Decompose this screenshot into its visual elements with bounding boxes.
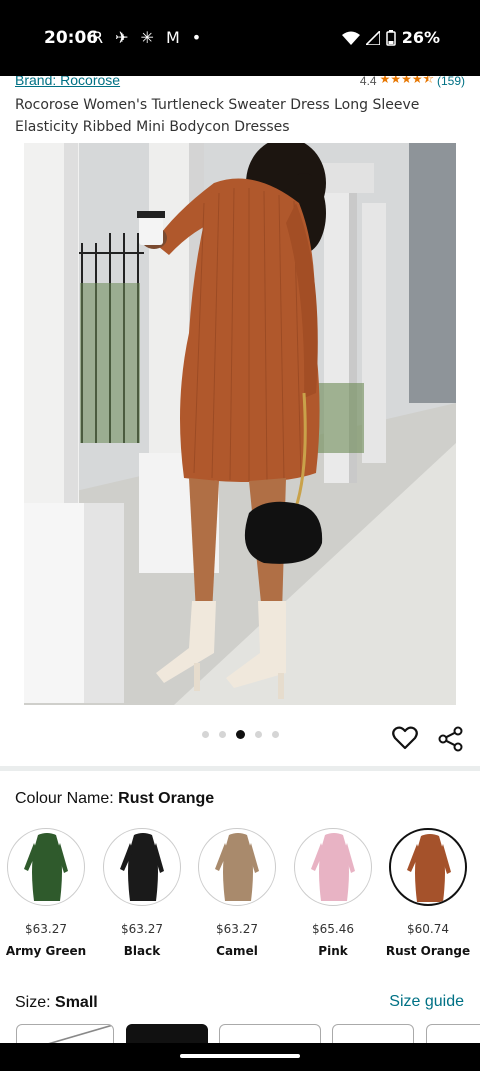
swatch-thumbnail <box>7 828 85 906</box>
brand-link[interactable]: Brand: Rocorose <box>15 76 120 88</box>
notification-icon: • <box>191 28 202 47</box>
navigation-bar <box>0 1043 480 1071</box>
swatch-army-green[interactable]: $63.27 Army Green <box>0 828 94 958</box>
dress-thumbnail-icon <box>104 829 180 905</box>
gallery-dot[interactable] <box>271 731 279 738</box>
rating[interactable]: 4.4 ★★★★⯪ (159) <box>360 76 465 91</box>
size-option[interactable] <box>219 1024 321 1043</box>
brand-row: Brand: Rocorose 4.4 ★★★★⯪ (159) <box>15 76 465 94</box>
colour-name-label: Colour Name: <box>15 790 114 807</box>
swatch-price: $63.27 <box>216 922 258 936</box>
size-guide-link[interactable]: Size guide <box>389 993 464 1011</box>
colour-name-heading: Colour Name: Rust Orange <box>15 790 214 808</box>
share-icon[interactable] <box>438 726 464 752</box>
battery-percent: 26% <box>401 28 440 47</box>
swatch-pink[interactable]: $65.46 Pink <box>285 828 381 958</box>
heart-icon[interactable] <box>392 726 418 750</box>
section-divider <box>0 766 480 771</box>
product-page: Brand: Rocorose 4.4 ★★★★⯪ (159) Rocorose… <box>0 76 480 1043</box>
size-value: Small <box>55 994 98 1011</box>
dress-thumbnail-icon <box>391 830 465 904</box>
swatch-black[interactable]: $63.27 Black <box>94 828 190 958</box>
battery-icon <box>385 29 396 46</box>
product-photo <box>24 143 456 705</box>
swatch-price: $65.46 <box>312 922 354 936</box>
swatch-name: Pink <box>318 944 348 958</box>
product-title: Rocorose Women's Turtleneck Sweater Dres… <box>15 97 420 135</box>
swatch-name: Black <box>123 944 161 958</box>
star-rating-icon: ★★★★⯪ <box>379 76 434 86</box>
gallery-dot-active[interactable] <box>235 730 245 739</box>
rating-value: 4.4 <box>359 76 377 88</box>
gallery-dot[interactable] <box>201 731 209 738</box>
size-options <box>0 1024 480 1043</box>
gallery-dot[interactable] <box>254 731 262 738</box>
colour-swatches: $63.27 Army Green $63.27 Black $63.27 Ca… <box>0 828 480 968</box>
size-heading: Size: Small <box>15 994 98 1012</box>
gallery-dot[interactable] <box>218 731 226 738</box>
swatch-thumbnail <box>198 828 276 906</box>
notification-icon: R <box>92 28 104 47</box>
signal-icon <box>365 30 380 45</box>
swatch-name: Rust Orange <box>385 944 471 958</box>
size-option-selected[interactable] <box>126 1024 208 1043</box>
swatch-price: $60.74 <box>407 922 449 936</box>
notification-icon: ✈ <box>115 28 129 47</box>
notification-icons: R ✈ ✳ M • <box>92 28 201 47</box>
swatch-thumbnail <box>103 828 181 906</box>
swatch-price: $63.27 <box>25 922 67 936</box>
colour-name-value: Rust Orange <box>118 790 215 807</box>
notification-icon: ✳ <box>140 28 154 47</box>
swatch-rust-orange[interactable]: $60.74 Rust Orange <box>380 828 476 958</box>
size-option-unavailable[interactable] <box>16 1024 114 1043</box>
notification-icon: M <box>165 28 180 47</box>
size-label: Size: <box>15 994 51 1011</box>
system-tray: 26% <box>341 28 440 47</box>
swatch-price: $63.27 <box>121 922 163 936</box>
wifi-icon <box>341 31 360 45</box>
clock: 20:06 <box>44 28 99 48</box>
size-option[interactable] <box>332 1024 414 1043</box>
rating-count: (159) <box>436 76 465 88</box>
swatch-thumbnail <box>294 828 372 906</box>
swatch-name: Army Green <box>5 944 87 958</box>
size-option[interactable] <box>426 1024 480 1043</box>
swatch-camel[interactable]: $63.27 Camel <box>189 828 285 958</box>
dress-thumbnail-icon <box>8 829 84 905</box>
dress-thumbnail-icon <box>199 829 275 905</box>
product-image[interactable] <box>24 143 456 705</box>
swatch-thumbnail <box>389 828 467 906</box>
dress-thumbnail-icon <box>295 829 371 905</box>
home-gesture-handle[interactable] <box>180 1054 300 1058</box>
swatch-name: Camel <box>216 944 258 958</box>
status-bar: 20:06 R ✈ ✳ M • 26% <box>0 0 480 76</box>
